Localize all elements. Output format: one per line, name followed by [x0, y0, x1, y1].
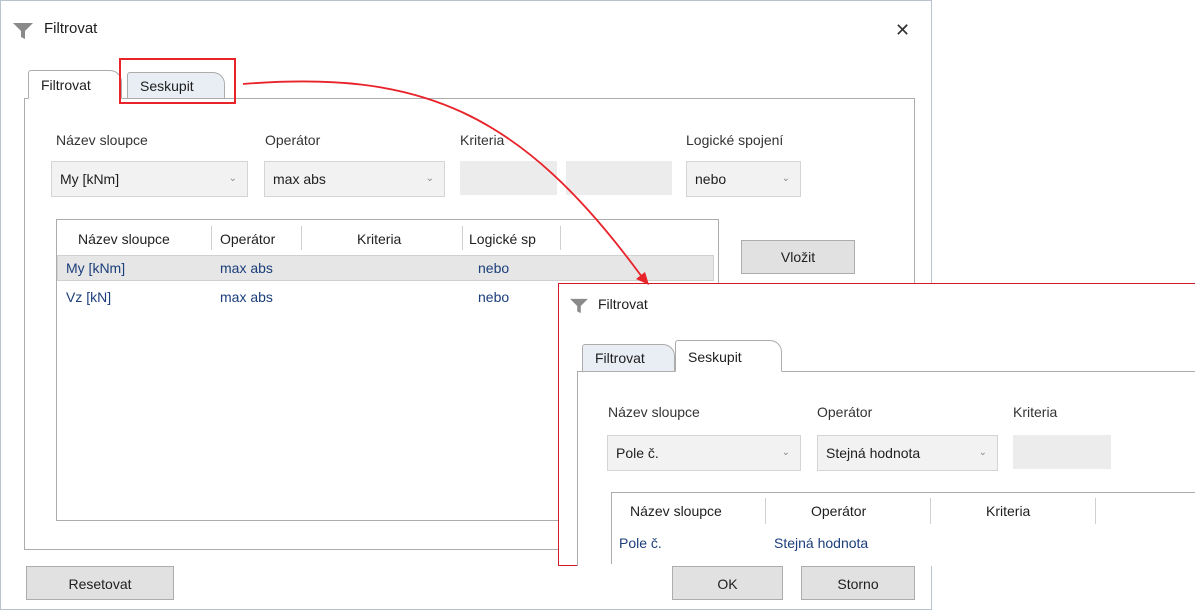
grid-header-criteria[interactable]: Kriteria: [357, 231, 401, 247]
preview-grid-header-criteria[interactable]: Kriteria: [986, 503, 1030, 519]
preview-tab-group[interactable]: Seskupit: [675, 340, 782, 372]
preview-tab-filter-label: Filtrovat: [595, 350, 645, 366]
insert-button[interactable]: Vložit: [741, 240, 855, 274]
ok-button[interactable]: OK: [672, 566, 783, 600]
dialog-title: Filtrovat: [44, 20, 98, 37]
close-icon[interactable]: ✕: [895, 20, 910, 41]
reset-button[interactable]: Resetovat: [26, 566, 174, 600]
column-name-value: My [kNm]: [60, 171, 120, 187]
preview-operator-select[interactable]: Stejná hodnota ⌄: [817, 435, 998, 471]
row-1-logic: nebo: [478, 260, 510, 276]
chevron-down-icon: ⌄: [228, 173, 237, 184]
grid-header-divider: [462, 226, 463, 250]
preview-title: Filtrovat: [598, 296, 648, 312]
tab-filter-label: Filtrovat: [41, 77, 91, 93]
preview-column-label: Název sloupce: [608, 404, 700, 420]
chevron-down-icon: ⌄: [781, 173, 790, 184]
grid-header-divider: [1095, 498, 1096, 524]
row-1-operator: max abs: [220, 260, 273, 276]
column-name-label: Název sloupce: [56, 132, 148, 148]
preview-tab-filter[interactable]: Filtrovat: [582, 344, 675, 371]
highlight-box: [119, 58, 236, 104]
preview-operator-label: Operátor: [817, 404, 873, 420]
preview-criteria-input[interactable]: [1013, 435, 1111, 469]
preview-criteria-label: Kriteria: [1013, 404, 1058, 420]
row-2-logic[interactable]: nebo: [478, 289, 509, 305]
grid-header-operator[interactable]: Operátor: [220, 231, 275, 247]
grid-header-divider: [765, 498, 766, 524]
grid-header-logic[interactable]: Logické sp: [469, 231, 536, 247]
column-name-select[interactable]: My [kNm] ⌄: [51, 161, 248, 197]
grid-header-divider: [211, 226, 212, 250]
chevron-down-icon: ⌄: [425, 173, 434, 184]
logic-label: Logické spojení: [686, 132, 784, 148]
chevron-down-icon: ⌄: [781, 447, 790, 458]
preview-grid-header-operator[interactable]: Operátor: [811, 503, 866, 519]
grid-header-column[interactable]: Název sloupce: [78, 231, 170, 247]
logic-select[interactable]: nebo ⌄: [686, 161, 801, 197]
criteria-input-1[interactable]: [460, 161, 557, 195]
row-1-column: My [kNm]: [66, 260, 126, 276]
table-row[interactable]: [57, 255, 714, 281]
criteria-label: Kriteria: [460, 132, 505, 148]
preview-operator-value: Stejná hodnota: [826, 445, 921, 461]
preview-row-column[interactable]: Pole č.: [619, 535, 662, 551]
preview-tab-group-label: Seskupit: [688, 349, 742, 365]
preview-grid-header-column[interactable]: Název sloupce: [630, 503, 722, 519]
row-2-column[interactable]: Vz [kN]: [66, 289, 111, 305]
filter-icon: [13, 23, 33, 39]
operator-value: max abs: [273, 171, 326, 187]
cancel-button[interactable]: Storno: [801, 566, 915, 600]
operator-label: Operátor: [265, 132, 321, 148]
preview-row-operator[interactable]: Stejná hodnota: [774, 535, 868, 551]
chevron-down-icon: ⌄: [978, 447, 987, 458]
criteria-input-2[interactable]: [566, 161, 672, 195]
grid-header-divider: [560, 226, 561, 250]
row-2-operator[interactable]: max abs: [220, 289, 273, 305]
tab-filter[interactable]: Filtrovat: [28, 70, 122, 99]
preview-column-select[interactable]: Pole č. ⌄: [607, 435, 801, 471]
preview-column-value: Pole č.: [616, 445, 659, 461]
logic-value: nebo: [695, 171, 727, 187]
grid-header-divider: [301, 226, 302, 250]
filter-icon: [570, 298, 588, 314]
grid-header-divider: [930, 498, 931, 524]
operator-select[interactable]: max abs ⌄: [264, 161, 445, 197]
